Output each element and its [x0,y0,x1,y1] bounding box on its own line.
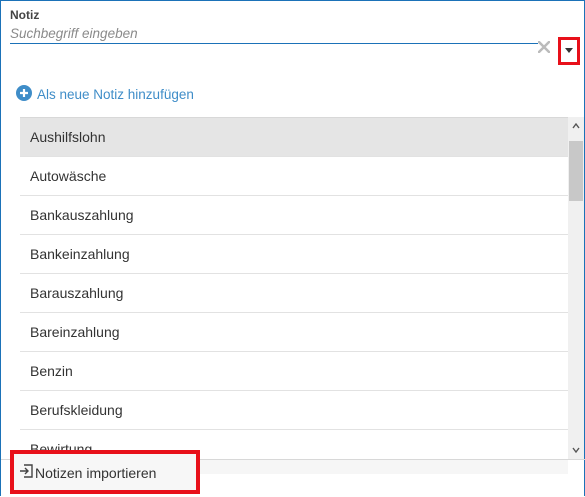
plus-circle-icon[interactable] [16,85,32,101]
list-item[interactable]: Aushilfslohn [20,118,568,157]
close-icon[interactable] [538,41,550,53]
list-scrollbar[interactable] [568,117,584,459]
scrollbar-thumb[interactable] [569,141,583,201]
list-item[interactable]: Autowäsche [20,157,568,196]
list-item[interactable]: Bankeinzahlung [20,235,568,274]
import-notes-label: Notizen importieren [35,465,157,481]
list-item[interactable]: Berufskleidung [20,391,568,430]
chevron-up-icon[interactable] [572,123,580,129]
list-item[interactable]: Benzin [20,352,568,391]
chevron-down-icon[interactable] [572,447,580,453]
list-item[interactable]: Barauszahlung [20,274,568,313]
field-label: Notiz [10,8,40,22]
list-item[interactable]: Bankauszahlung [20,196,568,235]
list-item[interactable]: Bareinzahlung [20,313,568,352]
search-input[interactable] [10,23,538,44]
add-new-note-link[interactable]: Als neue Notiz hinzufügen [37,87,194,102]
import-notes-button[interactable]: Notizen importieren [10,450,200,494]
note-dropdown-panel: Notiz Als neue Notiz hinzufügen Aushilfs… [0,0,585,496]
note-list: Aushilfslohn Autowäsche Bankauszahlung Bank… [20,117,568,460]
import-icon [20,464,33,478]
dropdown-toggle-button[interactable] [558,37,580,65]
caret-down-icon [565,48,573,53]
